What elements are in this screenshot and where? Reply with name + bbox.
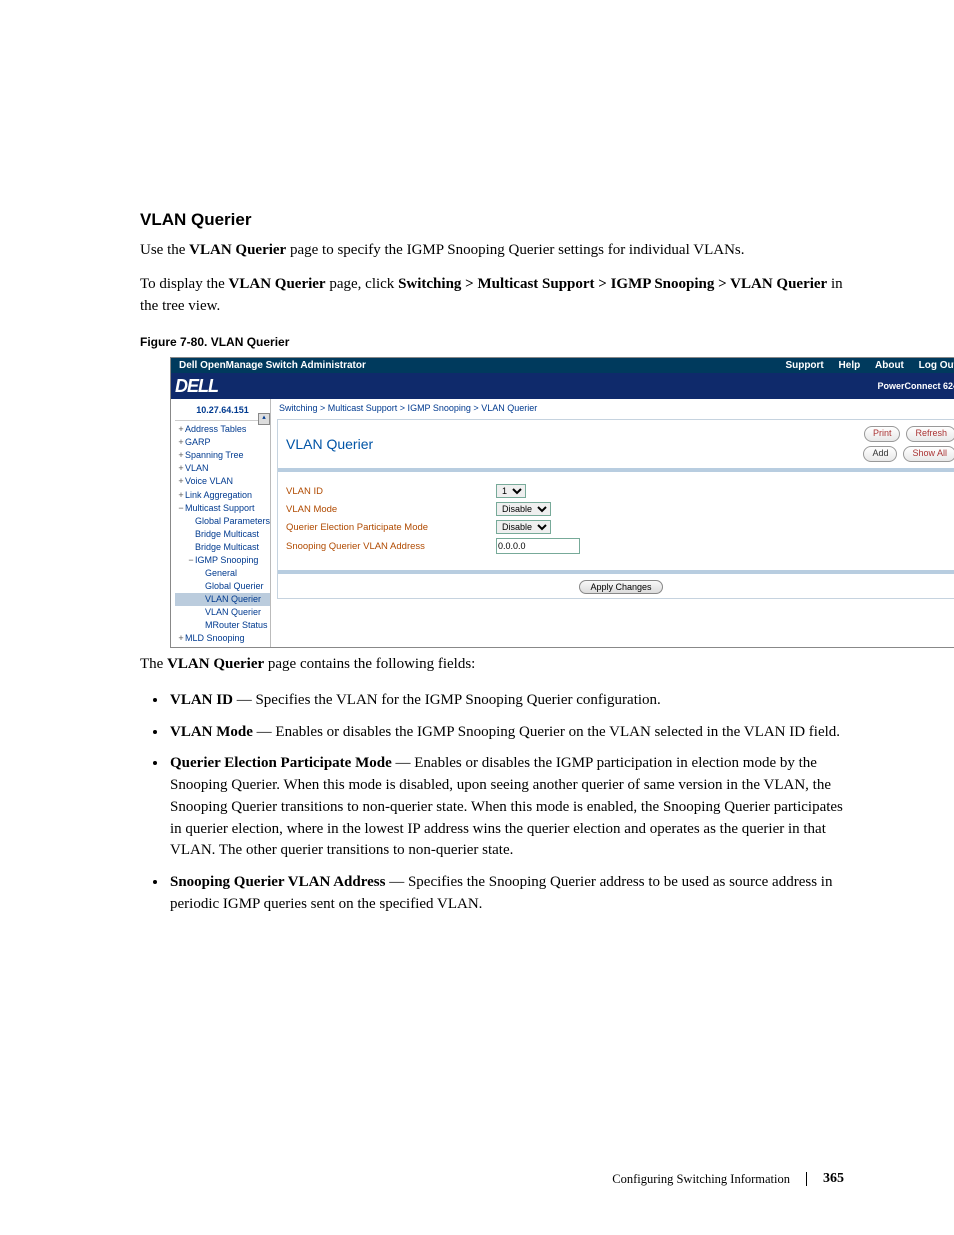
qep-mode-select[interactable]: Disable [496, 520, 551, 534]
snooping-addr-input[interactable] [496, 538, 580, 554]
refresh-button[interactable]: Refresh [906, 426, 954, 442]
qep-mode-label: Querier Election Participate Mode [286, 522, 496, 533]
text: page, click [326, 276, 398, 292]
screenshot-figure: Dell OpenManage Switch Administrator Sup… [170, 357, 954, 648]
link-support[interactable]: Support [785, 360, 823, 371]
print-button[interactable]: Print [864, 426, 901, 442]
tree-node[interactable]: −IGMP Snooping [175, 554, 270, 567]
term: VLAN Querier [167, 656, 264, 672]
vlan-id-select[interactable]: 1 [496, 484, 526, 498]
device-ip: 10.27.64.151 [175, 401, 270, 421]
text: Use the [140, 242, 189, 258]
tree-node[interactable]: +Spanning Tree [175, 449, 270, 462]
vlan-mode-select[interactable]: Disable [496, 502, 551, 516]
tree-node[interactable]: −Multicast Support [175, 502, 270, 515]
tree-node[interactable]: Global Querier [175, 580, 270, 593]
term: VLAN Querier [229, 276, 326, 292]
snooping-addr-label: Snooping Querier VLAN Address [286, 541, 496, 552]
tree-node[interactable]: +Voice VLAN [175, 475, 270, 488]
add-button[interactable]: Add [863, 446, 897, 462]
list-item: Snooping Querier VLAN Address — Specifie… [168, 872, 844, 916]
tree-view[interactable]: 10.27.64.151 ▴ +Address Tables+GARP+Span… [171, 399, 271, 647]
tree-node[interactable]: MRouter Status [175, 619, 270, 632]
text: page to specify the IGMP Snooping Querie… [286, 242, 744, 258]
vlan-id-label: VLAN ID [286, 486, 496, 497]
brand-logo: DELL [175, 376, 218, 397]
link-logout[interactable]: Log Out [919, 360, 954, 371]
list-item: VLAN Mode — Enables or disables the IGMP… [168, 722, 844, 744]
footer-section: Configuring Switching Information [612, 1172, 790, 1187]
list-item: VLAN ID — Specifies the VLAN for the IGM… [168, 690, 844, 712]
figure-caption: Figure 7-80. VLAN Querier [140, 335, 844, 349]
section-heading: VLAN Querier [140, 210, 844, 230]
text: To display the [140, 276, 229, 292]
path: Switching > Multicast Support > IGMP Sno… [398, 276, 827, 292]
intro-paragraph-2: To display the VLAN Querier page, click … [140, 274, 844, 318]
tree-node[interactable]: +GARP [175, 436, 270, 449]
field-desc: — Specifies the VLAN for the IGMP Snoopi… [233, 692, 661, 708]
page-number: 365 [823, 1171, 844, 1187]
breadcrumb: Switching > Multicast Support > IGMP Sno… [271, 399, 954, 417]
panel-title: VLAN Querier [286, 436, 373, 452]
tree-node[interactable]: Global Parameters [175, 515, 270, 528]
field-name: VLAN Mode [170, 724, 253, 740]
tree-node[interactable]: VLAN Querier [175, 606, 270, 619]
tree-node[interactable]: +Address Tables [175, 423, 270, 436]
field-name: Querier Election Participate Mode [170, 755, 392, 771]
field-name: Snooping Querier VLAN Address [170, 874, 385, 890]
tree-node[interactable]: General [175, 567, 270, 580]
tree-node[interactable]: +Link Aggregation [175, 489, 270, 502]
tree-node[interactable]: Bridge Multicast [175, 528, 270, 541]
page-footer: Configuring Switching Information 365 [612, 1171, 844, 1187]
text: The [140, 656, 167, 672]
tree-node[interactable]: +VLAN [175, 462, 270, 475]
model-label: PowerConnect 6248 [877, 381, 954, 391]
panel-divider [278, 468, 954, 472]
link-about[interactable]: About [875, 360, 904, 371]
footer-separator [806, 1172, 807, 1186]
tree-node[interactable]: +MLD Snooping [175, 632, 270, 645]
show-all-button[interactable]: Show All [903, 446, 954, 462]
field-list: VLAN ID — Specifies the VLAN for the IGM… [168, 690, 844, 916]
tree-node[interactable]: Bridge Multicast [175, 541, 270, 554]
apply-changes-button[interactable]: Apply Changes [579, 580, 662, 594]
tree-node[interactable]: VLAN Querier [175, 593, 270, 606]
intro-paragraph-1: Use the VLAN Querier page to specify the… [140, 240, 844, 262]
fields-intro: The VLAN Querier page contains the follo… [140, 654, 844, 676]
scroll-up-icon[interactable]: ▴ [258, 413, 270, 425]
app-title: Dell OpenManage Switch Administrator [179, 360, 366, 371]
term: VLAN Querier [189, 242, 286, 258]
topbar-links: Support Help About Log Out [779, 360, 954, 371]
field-name: VLAN ID [170, 692, 233, 708]
field-desc: — Enables or disables the IGMP Snooping … [253, 724, 840, 740]
link-help[interactable]: Help [839, 360, 861, 371]
list-item: Querier Election Participate Mode — Enab… [168, 753, 844, 862]
text: page contains the following fields: [264, 656, 475, 672]
vlan-mode-label: VLAN Mode [286, 504, 496, 515]
